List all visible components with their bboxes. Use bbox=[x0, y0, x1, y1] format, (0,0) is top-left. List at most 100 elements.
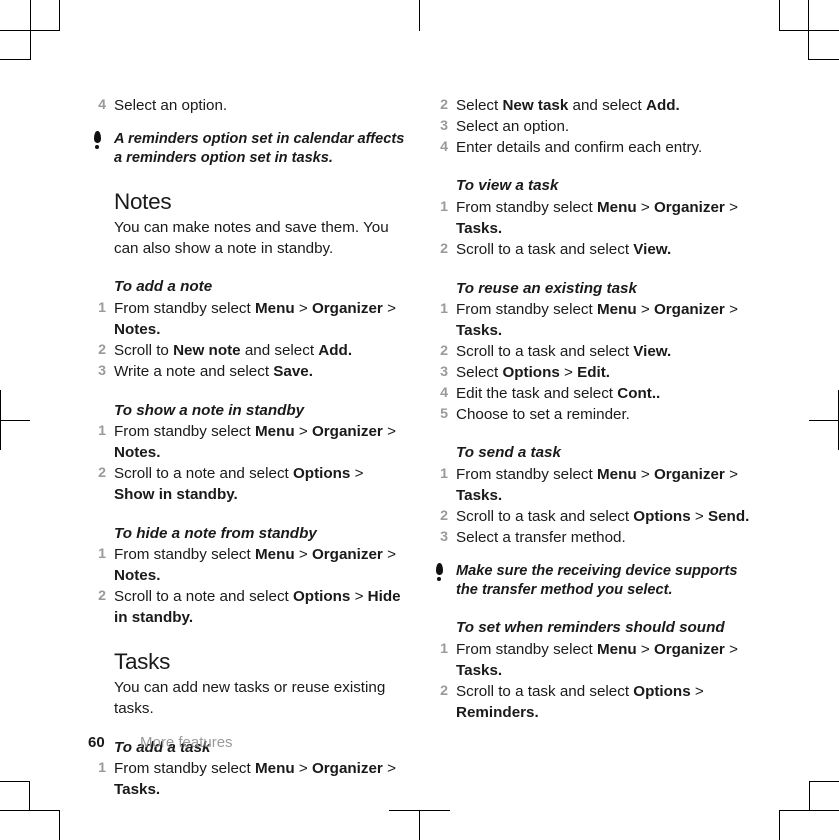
crop-mark-top-left-h-inner bbox=[0, 59, 30, 60]
step-text: > bbox=[382, 546, 396, 564]
step-number: 4 bbox=[440, 138, 448, 155]
step-text: > bbox=[382, 760, 396, 778]
step-text: From standby select bbox=[114, 546, 255, 564]
step-text: From standby select bbox=[114, 423, 255, 441]
step-number: 3 bbox=[98, 362, 106, 379]
step-text: Select bbox=[456, 363, 503, 381]
crop-mark-top-right-h-outer bbox=[779, 30, 839, 31]
tasks-intro-text: You can add new tasks or reuse existing … bbox=[114, 678, 386, 717]
step-text: > bbox=[294, 546, 312, 564]
step-text: > bbox=[382, 423, 396, 441]
step-item: 1 From standby select Menu > Organizer > … bbox=[430, 640, 750, 682]
notes-intro-text: You can make notes and save them. You ca… bbox=[114, 218, 389, 257]
step-item: 4 Edit the task and select Cont.. bbox=[430, 384, 750, 405]
exclamation-dot bbox=[437, 576, 441, 581]
step-text: > bbox=[294, 300, 312, 318]
step-text: > bbox=[294, 423, 312, 441]
step-number: 4 bbox=[98, 97, 106, 113]
ui-term: Tasks. bbox=[456, 487, 503, 505]
ui-term: Menu bbox=[254, 546, 295, 564]
step-number: 1 bbox=[98, 423, 106, 440]
step-text: and select bbox=[568, 97, 646, 114]
step-item: 1 From standby select Menu > Organizer > … bbox=[430, 300, 750, 342]
calendar-reminders-steps: 4 Select an option. bbox=[88, 96, 408, 117]
ui-term: Options bbox=[292, 588, 351, 606]
step-text: Select bbox=[456, 97, 503, 114]
subheading-to-add-a-note: To add a note bbox=[114, 278, 213, 296]
ui-term: Notes. bbox=[114, 321, 161, 339]
ui-term: Options bbox=[633, 682, 691, 700]
crop-mark-bottom-left-v-outer bbox=[29, 781, 30, 811]
to-hide-a-note-from-standby-steps: 1 From standby select Menu > Organizer > … bbox=[88, 545, 408, 628]
step-number: 1 bbox=[440, 641, 448, 658]
ui-term: Organizer bbox=[653, 641, 725, 659]
crop-mark-left-edge-tick bbox=[0, 420, 30, 421]
step-text: Edit the task and select bbox=[456, 384, 618, 402]
step-item: 1 From standby select Menu > Organizer > … bbox=[430, 465, 750, 507]
step-number: 4 bbox=[440, 384, 448, 401]
step-item: 4 Select an option. bbox=[88, 96, 408, 117]
crop-mark-top-right-v-inner bbox=[779, 0, 780, 30]
step-item: 4 Enter details and confirm each entry. bbox=[430, 138, 750, 159]
exclamation-tip-icon bbox=[92, 130, 103, 151]
tip-reminders-option: A reminders option set in calendar affec… bbox=[88, 130, 408, 169]
ui-term: View. bbox=[633, 343, 672, 361]
to-add-a-note-steps: 1 From standby select Menu > Organizer > … bbox=[88, 299, 408, 382]
ui-term: Organizer bbox=[653, 199, 725, 217]
step-text: Scroll to bbox=[114, 341, 174, 359]
step-number: 3 bbox=[440, 528, 448, 545]
ui-term: Tasks. bbox=[456, 661, 503, 679]
crop-mark-bottom-right-h-outer bbox=[809, 781, 839, 782]
subheading-to-view-a-task: To view a task bbox=[456, 177, 559, 195]
ui-term: Organizer bbox=[311, 300, 383, 318]
ui-term: Organizer bbox=[311, 546, 383, 564]
step-text: > bbox=[724, 301, 738, 319]
step-number: 3 bbox=[440, 117, 448, 134]
step-text: Select an option. bbox=[456, 117, 570, 135]
step-number: 1 bbox=[440, 301, 448, 318]
subheading-to-reuse-an-existing-task: To reuse an existing task bbox=[456, 279, 637, 297]
ui-term: Organizer bbox=[311, 760, 383, 778]
section-heading-notes: Notes bbox=[114, 188, 172, 214]
step-item: 3 Select a transfer method. bbox=[430, 528, 750, 549]
step-text: > bbox=[690, 682, 704, 700]
to-show-a-note-in-standby-steps: 1 From standby select Menu > Organizer > … bbox=[88, 422, 408, 505]
step-item: 2 Scroll to a task and select Options > R… bbox=[430, 682, 750, 724]
step-text: From standby select bbox=[456, 199, 597, 217]
crop-mark-top-right-h-inner bbox=[809, 59, 839, 60]
step-number: 5 bbox=[440, 405, 448, 422]
section-heading-tasks: Tasks bbox=[114, 648, 171, 674]
step-item: 1 From standby select Menu > Organizer > … bbox=[430, 198, 750, 240]
left-text-column: 4 Select an option. A reminders option set… bbox=[88, 96, 408, 801]
page-number: 60 bbox=[88, 734, 105, 751]
step-text: Scroll to a task and select bbox=[456, 682, 634, 700]
step-item: 2 Scroll to a note and select Options > S… bbox=[88, 464, 408, 506]
exclamation-tip-icon bbox=[434, 562, 445, 583]
to-reuse-an-existing-task-steps: 1 From standby select Menu > Organizer > … bbox=[430, 300, 750, 425]
ui-term: Menu bbox=[254, 760, 295, 778]
step-text: Select a transfer method. bbox=[456, 528, 626, 546]
tip-receiving-device-support: Make sure the receiving device supports … bbox=[430, 562, 750, 601]
step-number: 1 bbox=[98, 300, 106, 317]
step-item: 2 Scroll to a note and select Options > H… bbox=[88, 587, 408, 629]
step-text: > bbox=[350, 588, 368, 606]
ui-term: Notes. bbox=[114, 444, 161, 462]
step-text: > bbox=[724, 641, 738, 659]
step-text: From standby select bbox=[456, 301, 597, 319]
ui-term: Cont.. bbox=[617, 384, 661, 402]
step-number: 2 bbox=[98, 341, 106, 358]
subheading-to-send-a-task: To send a task bbox=[456, 444, 561, 462]
step-text: Scroll to a note and select bbox=[114, 588, 293, 606]
subheading-to-set-when-reminders-should-sound: To set when reminders should sound bbox=[456, 619, 725, 637]
ui-term: Menu bbox=[254, 300, 295, 318]
crop-mark-bottom-left-h-outer bbox=[0, 781, 30, 782]
step-text: Scroll to a note and select bbox=[114, 464, 293, 482]
page-footer: 60 More features bbox=[88, 734, 233, 840]
crop-mark-top-center-tick bbox=[419, 0, 420, 31]
step-item: 1 From standby select Menu > Organizer > … bbox=[88, 299, 408, 341]
step-text: From standby select bbox=[456, 641, 597, 659]
ui-term: Organizer bbox=[653, 301, 725, 319]
step-item: 3 Select an option. bbox=[430, 117, 750, 138]
exclamation-dot bbox=[95, 144, 99, 149]
step-item: 2 Scroll to a task and select Options > S… bbox=[430, 507, 750, 528]
